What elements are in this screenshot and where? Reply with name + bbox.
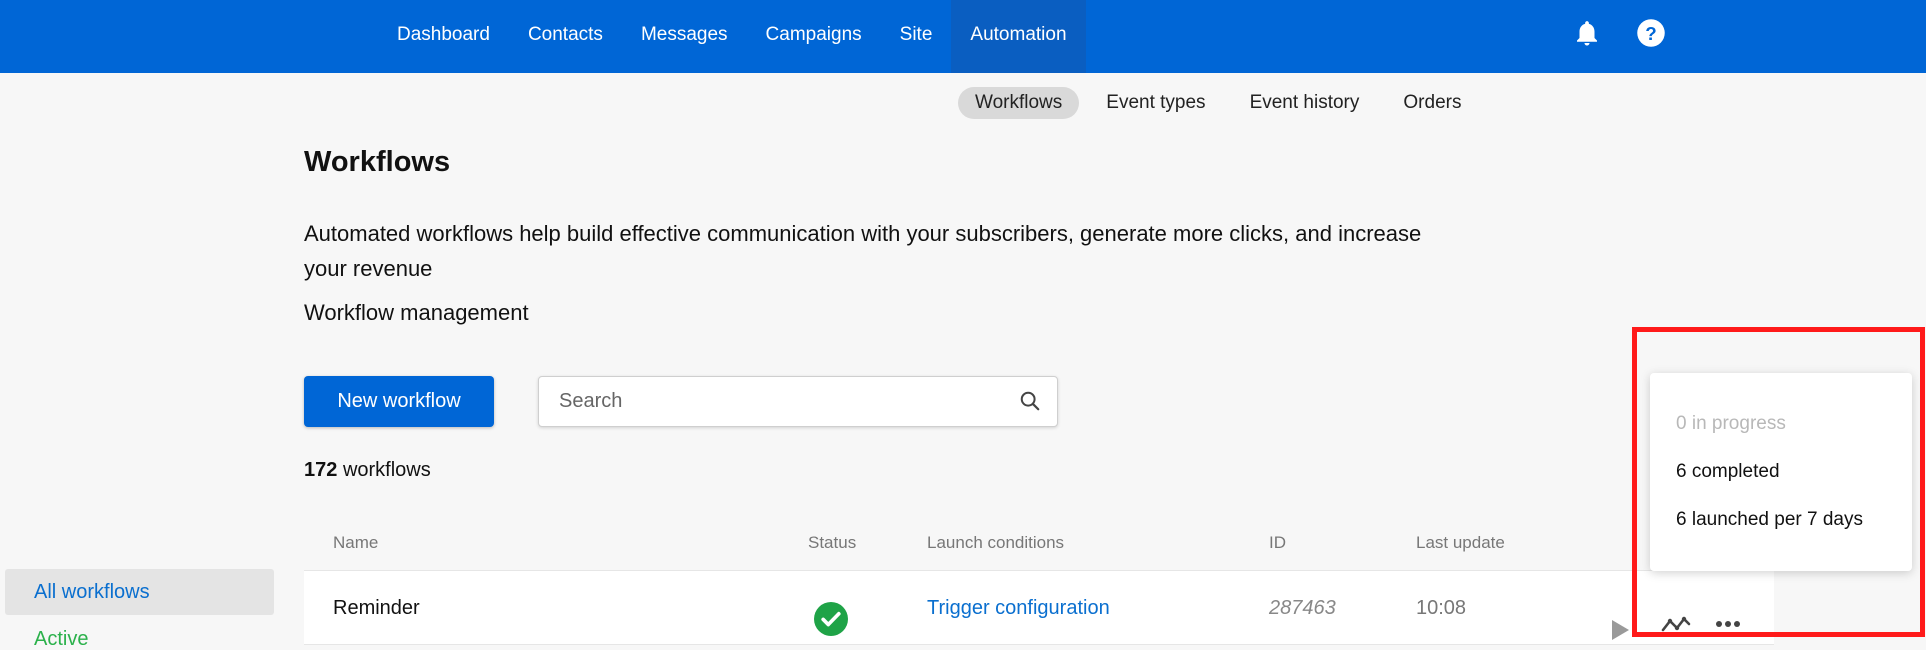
last-update-time: 10:08 <box>1416 597 1467 619</box>
sidebar-item-active[interactable]: Active <box>5 616 274 650</box>
check-circle-icon <box>814 593 848 636</box>
svg-text:?: ? <box>1645 23 1656 44</box>
play-icon[interactable] <box>1610 598 1632 640</box>
help-icon[interactable]: ? <box>1634 16 1668 50</box>
nav-messages[interactable]: Messages <box>622 0 747 73</box>
workflow-name[interactable]: Reminder <box>333 571 420 646</box>
column-header-name[interactable]: Name <box>333 533 378 553</box>
sidebar-item-all-workflows[interactable]: All workflows <box>5 569 274 615</box>
column-header-id[interactable]: ID <box>1269 533 1286 553</box>
tab-event-types[interactable]: Event types <box>1089 87 1222 119</box>
nav-automation[interactable]: Automation <box>951 0 1086 73</box>
launch-conditions-link[interactable]: Trigger configuration <box>927 571 1110 646</box>
main-nav: Dashboard Contacts Messages Campaigns Si… <box>378 0 1086 73</box>
nav-dashboard[interactable]: Dashboard <box>378 0 509 73</box>
workflow-count: 172 workflows <box>304 459 431 482</box>
tab-event-history[interactable]: Event history <box>1233 87 1377 119</box>
section-label: Workflow management <box>304 300 529 325</box>
nav-site[interactable]: Site <box>881 0 952 73</box>
search-box <box>538 376 1058 427</box>
workflow-count-label: workflows <box>342 459 431 481</box>
search-icon[interactable] <box>1019 390 1041 417</box>
column-header-launch-conditions[interactable]: Launch conditions <box>927 533 1064 553</box>
column-header-last-update[interactable]: Last update <box>1416 533 1505 553</box>
nav-contacts[interactable]: Contacts <box>509 0 622 73</box>
new-workflow-button[interactable]: New workflow <box>304 376 494 427</box>
nav-campaigns[interactable]: Campaigns <box>747 0 881 73</box>
tab-orders[interactable]: Orders <box>1386 87 1478 119</box>
page-title: Workflows <box>304 146 451 178</box>
tab-workflows[interactable]: Workflows <box>958 87 1080 119</box>
search-input[interactable] <box>559 377 999 426</box>
workflow-id: 287463 <box>1269 597 1336 619</box>
page-description: Automated workflows help build effective… <box>304 221 1422 281</box>
top-icons: ? <box>1570 16 1668 50</box>
bell-icon[interactable] <box>1570 16 1604 50</box>
workflow-count-number: 172 <box>304 459 338 481</box>
sub-navigation: Workflows Event types Event history Orde… <box>958 87 1478 119</box>
column-header-status[interactable]: Status <box>808 533 856 553</box>
top-navigation-bar: Dashboard Contacts Messages Campaigns Si… <box>0 0 1926 73</box>
highlight-box <box>1632 327 1925 637</box>
table-row[interactable]: Reminder Trigger configuration 287463 10… <box>304 570 1774 645</box>
